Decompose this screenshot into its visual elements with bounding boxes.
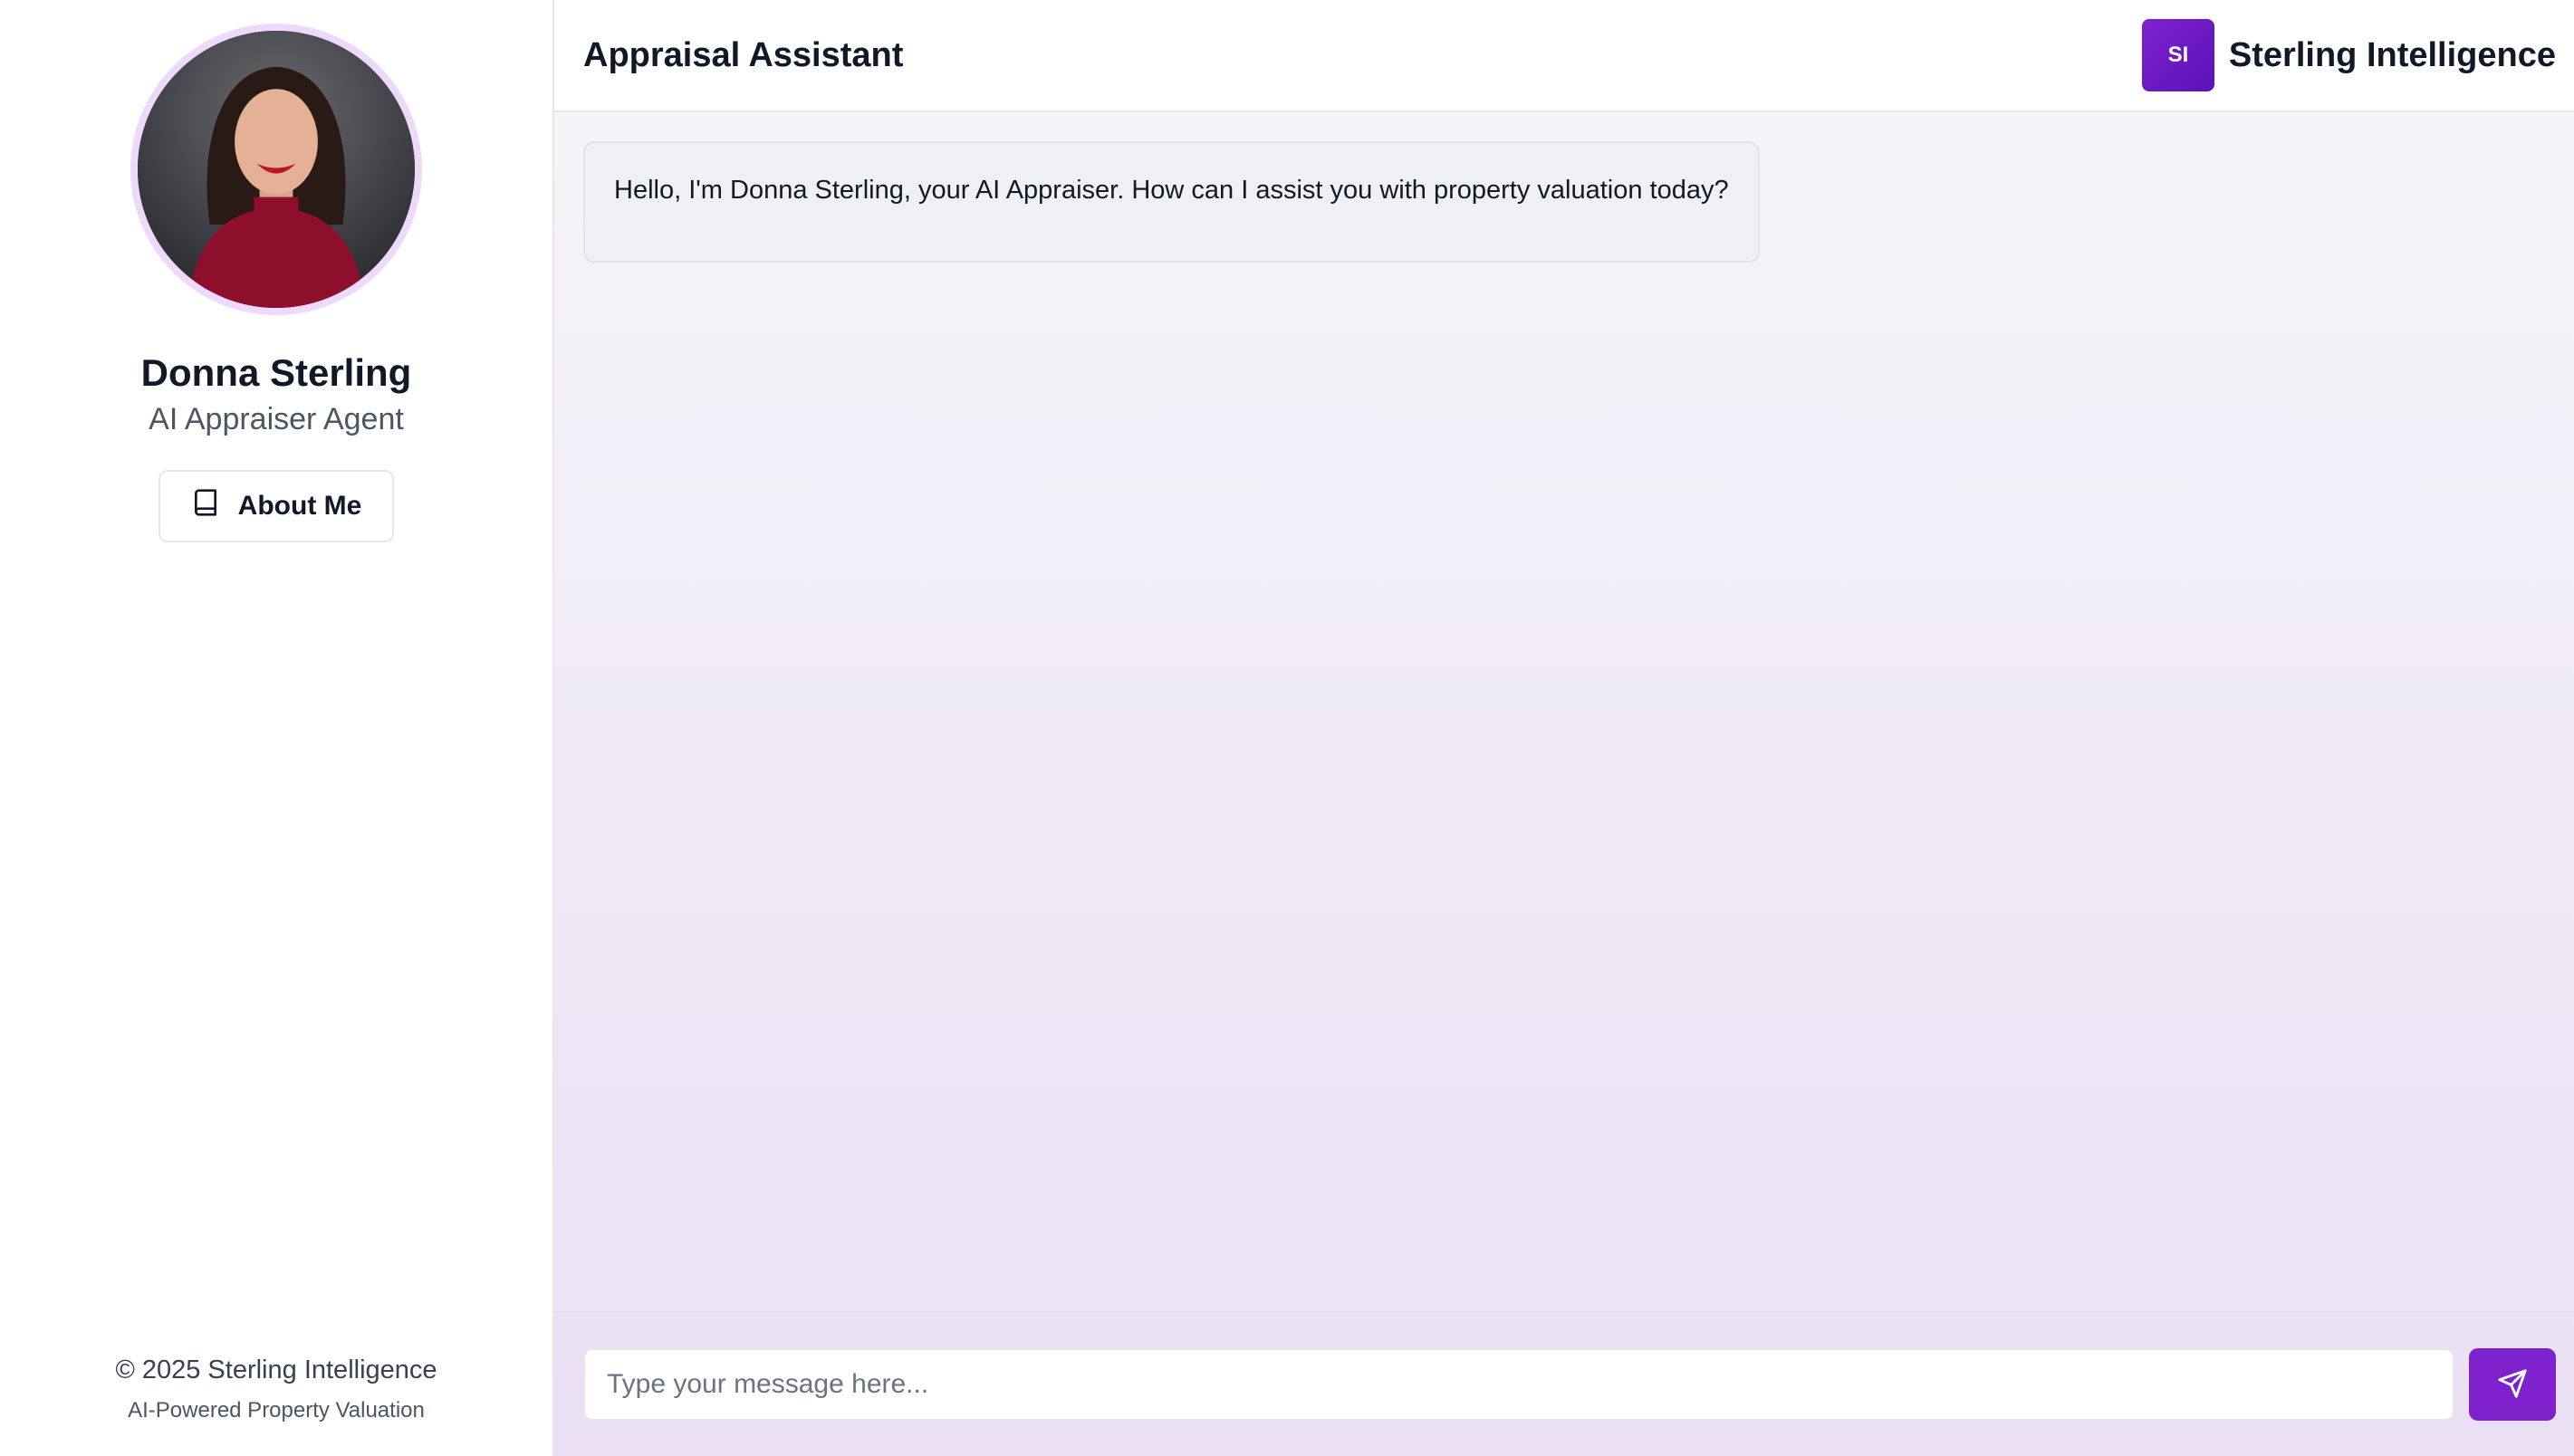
about-me-label: About Me [237, 491, 362, 521]
avatar [130, 24, 422, 315]
sidebar-footer: © 2025 Sterling Intelligence AI-Powered … [0, 1355, 552, 1423]
assistant-message: Hello, I'm Donna Sterling, your AI Appra… [583, 141, 1760, 263]
copyright-text: © 2025 Sterling Intelligence [115, 1355, 437, 1384]
agent-role: AI Appraiser Agent [149, 402, 404, 436]
page-title: Appraisal Assistant [583, 35, 904, 74]
send-button[interactable] [2469, 1348, 2556, 1421]
avatar-image [138, 31, 415, 308]
book-icon [191, 488, 220, 524]
brand-name: Sterling Intelligence [2228, 35, 2556, 74]
chat-messages: Hello, I'm Donna Sterling, your AI Appra… [554, 112, 2574, 1311]
agent-name: Donna Sterling [140, 351, 412, 394]
composer [554, 1311, 2574, 1456]
sidebar: Donna Sterling AI Appraiser Agent About … [0, 0, 554, 1456]
brand: SI Sterling Intelligence [2141, 19, 2556, 91]
header: Appraisal Assistant SI Sterling Intellig… [554, 0, 2574, 112]
send-icon [2497, 1368, 2528, 1402]
main-panel: Appraisal Assistant SI Sterling Intellig… [554, 0, 2574, 1456]
about-me-button[interactable]: About Me [158, 470, 395, 542]
tagline-text: AI-Powered Property Valuation [128, 1398, 425, 1422]
message-input[interactable] [583, 1348, 2454, 1421]
app-root: Donna Sterling AI Appraiser Agent About … [0, 0, 2574, 1456]
brand-logo: SI [2141, 19, 2214, 91]
